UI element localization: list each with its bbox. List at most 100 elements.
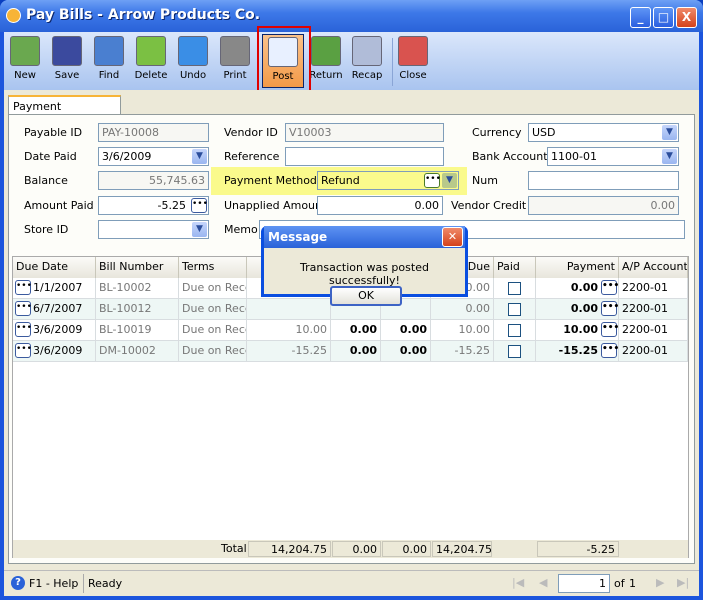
tab-payment-information[interactable]: Payment Information xyxy=(8,95,121,126)
dialog-close-button[interactable]: ✕ xyxy=(442,227,463,247)
last-page-icon[interactable]: ▶| xyxy=(677,576,689,589)
ok-button[interactable]: OK xyxy=(330,286,402,306)
date-paid-field[interactable]: 3/6/2009 ▼ xyxy=(98,147,209,166)
column-header[interactable]: Bill Number xyxy=(96,257,179,278)
grid-cell: 0.00 xyxy=(331,320,381,341)
toolbar-undo-button[interactable]: Undo xyxy=(172,34,214,86)
store-id-label: Store ID xyxy=(24,223,69,236)
table-row[interactable]: ••• 3/6/2009 BL-10019 Due on Rece 10.00 0.00 0… xyxy=(13,320,688,341)
help-label[interactable]: F1 - Help xyxy=(29,577,78,590)
status-bar: ? F1 - Help Ready |◀ ◀ 1 of 1 ▶ ▶| xyxy=(4,570,699,596)
dialog-message: Transaction was posted successfully! xyxy=(300,261,429,287)
ellipsis-icon[interactable]: ••• xyxy=(601,301,618,316)
grid-cell: Due on Rece xyxy=(179,341,247,362)
paid-checkbox[interactable] xyxy=(508,345,521,358)
table-row[interactable]: ••• 3/6/2009 DM-10002 Due on Rece -15.25 0.00… xyxy=(13,341,688,362)
balance-field: 55,745.63 xyxy=(98,171,209,190)
unapplied-amount-label: Unapplied Amount xyxy=(224,199,327,212)
toolbar-new-button[interactable]: New xyxy=(4,34,46,86)
toolbar-find-button[interactable]: Find xyxy=(88,34,130,86)
title-bar: Pay Bills - Arrow Products Co. _ □ X xyxy=(0,0,703,32)
chevron-down-icon[interactable]: ▼ xyxy=(442,173,457,188)
toolbar-delete-button[interactable]: Delete xyxy=(130,34,172,86)
total-payment-value: -5.25 xyxy=(537,541,619,557)
chevron-down-icon[interactable]: ▼ xyxy=(662,149,677,164)
paid-checkbox[interactable] xyxy=(508,324,521,337)
toolbar-close-button[interactable]: Close xyxy=(392,34,434,86)
payment-value[interactable]: 10.00 xyxy=(563,323,598,336)
status-text: Ready xyxy=(88,577,123,590)
currency-label: Currency xyxy=(472,126,522,139)
grid-cell: 2200-01 xyxy=(619,299,688,320)
ellipsis-icon[interactable]: ••• xyxy=(191,198,208,213)
grid-cell: 0.00 xyxy=(431,299,494,320)
of-label: of xyxy=(614,577,625,590)
message-dialog: Message ✕ Transaction was posted success… xyxy=(261,226,468,306)
save-icon xyxy=(52,36,82,66)
reference-label: Reference xyxy=(224,150,280,163)
toolbar-save-button[interactable]: Save xyxy=(46,34,88,86)
prev-page-icon[interactable]: ◀ xyxy=(539,576,547,589)
chevron-down-icon[interactable]: ▼ xyxy=(192,149,207,164)
store-id-field[interactable]: ▼ xyxy=(98,220,209,239)
grid-cell: 10.00 xyxy=(247,320,331,341)
bank-account-field[interactable]: 1100-01 ▼ xyxy=(547,147,679,166)
first-page-icon[interactable]: |◀ xyxy=(512,576,524,589)
payable-id-field[interactable]: PAY-10008 xyxy=(98,123,209,142)
column-header[interactable]: A/P Account xyxy=(619,257,688,278)
toolbar-print-button[interactable]: Print xyxy=(214,34,256,86)
app-icon xyxy=(6,8,21,23)
column-header[interactable]: Payment xyxy=(536,257,619,278)
ellipsis-icon[interactable]: ••• xyxy=(15,280,32,295)
toolbar-recap-button[interactable]: Recap xyxy=(346,34,388,86)
ellipsis-icon[interactable]: ••• xyxy=(15,343,32,358)
column-header[interactable]: Terms xyxy=(179,257,247,278)
reference-field[interactable] xyxy=(285,147,444,166)
return-icon xyxy=(311,36,341,66)
payment-method-field[interactable]: Refund ••• ▼ xyxy=(317,171,459,190)
paid-checkbox[interactable] xyxy=(508,303,521,316)
chevron-down-icon[interactable]: ▼ xyxy=(192,222,207,237)
grid-cell: 2200-01 xyxy=(619,320,688,341)
grid-cell: 10.00 xyxy=(431,320,494,341)
vendor-id-label: Vendor ID xyxy=(224,126,278,139)
currency-field[interactable]: USD ▼ xyxy=(528,123,679,142)
balance-label: Balance xyxy=(24,174,68,187)
ellipsis-icon[interactable]: ••• xyxy=(424,173,441,188)
ellipsis-icon[interactable]: ••• xyxy=(601,280,618,295)
ellipsis-icon[interactable]: ••• xyxy=(601,322,618,337)
page-input[interactable]: 1 xyxy=(558,574,610,593)
column-header[interactable]: Due Date xyxy=(13,257,96,278)
ellipsis-icon[interactable]: ••• xyxy=(601,343,618,358)
amount-paid-field[interactable]: -5.25 ••• xyxy=(98,196,209,215)
ellipsis-icon[interactable]: ••• xyxy=(15,322,32,337)
next-page-icon[interactable]: ▶ xyxy=(656,576,664,589)
vendor-id-field[interactable]: V10003 xyxy=(285,123,444,142)
minimize-button[interactable]: _ xyxy=(630,7,651,28)
payment-value[interactable]: -15.25 xyxy=(559,344,598,357)
num-field[interactable] xyxy=(528,171,679,190)
payment-method-label: Payment Method xyxy=(224,174,317,187)
chevron-down-icon[interactable]: ▼ xyxy=(662,125,677,140)
grid-cell: 0.00 xyxy=(331,341,381,362)
toolbar-return-button[interactable]: Return xyxy=(305,34,347,86)
grid-cell: BL-10019 xyxy=(96,320,179,341)
grid-cell: 0.00 xyxy=(381,341,431,362)
vendor-credit-label: Vendor Credit xyxy=(451,199,527,212)
total-value: 0.00 xyxy=(382,541,431,557)
grid-cell xyxy=(247,299,331,320)
close-window-button[interactable]: X xyxy=(676,7,697,28)
recap-icon xyxy=(352,36,382,66)
window-title: Pay Bills - Arrow Products Co. xyxy=(26,7,261,23)
maximize-button[interactable]: □ xyxy=(653,7,674,28)
column-header[interactable]: Paid xyxy=(494,257,536,278)
help-icon[interactable]: ? xyxy=(11,576,25,590)
total-label: Total xyxy=(221,542,247,555)
payment-value[interactable]: 0.00 xyxy=(571,302,598,315)
payment-value[interactable]: 0.00 xyxy=(571,281,598,294)
bank-account-label: Bank Account xyxy=(472,150,548,163)
ellipsis-icon[interactable]: ••• xyxy=(15,301,32,316)
paid-checkbox[interactable] xyxy=(508,282,521,295)
grid-cell: BL-10002 xyxy=(96,278,179,299)
total-value: 0.00 xyxy=(332,541,381,557)
